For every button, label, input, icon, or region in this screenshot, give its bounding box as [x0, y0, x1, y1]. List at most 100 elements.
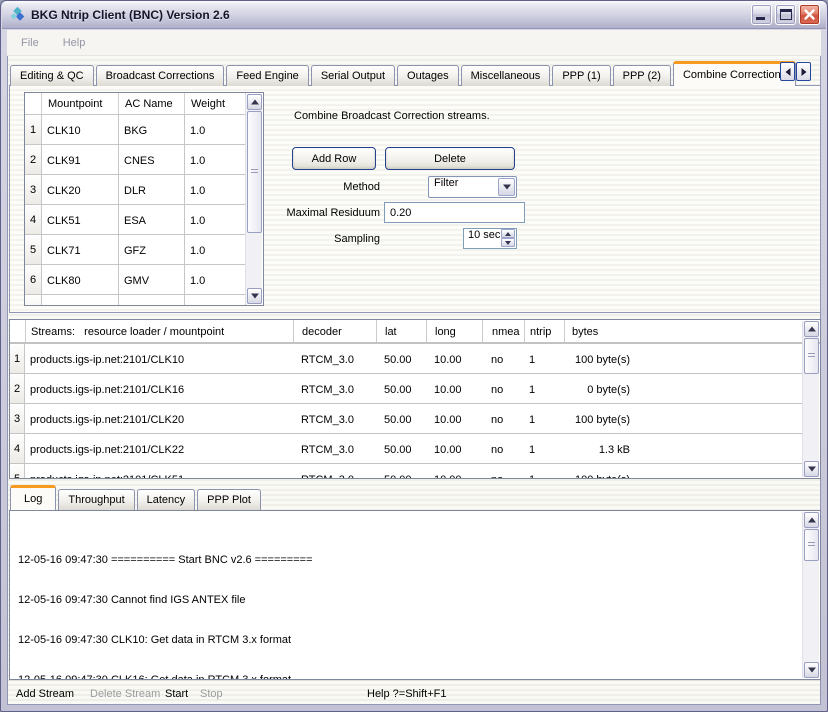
tab-latency[interactable]: Latency: [137, 489, 196, 510]
tab-serial-output[interactable]: Serial Output: [311, 65, 395, 86]
window-title: BKG Ntrip Client (BNC) Version 2.6: [31, 8, 748, 22]
combination-table-header: Mountpoint AC Name Weight: [25, 93, 263, 115]
log-line: 12-05-16 09:47:30 ========== Start BNC v…: [18, 554, 794, 567]
table-row: 6 CLK80 GMV 1.0: [25, 265, 263, 295]
tab-ppp-plot[interactable]: PPP Plot: [197, 489, 261, 510]
help-hint: Help ?=Shift+F1: [367, 688, 447, 700]
col-ac-name: AC Name: [119, 93, 185, 115]
scroll-up-icon: [251, 100, 259, 105]
delete-stream-action: Delete Stream: [90, 688, 160, 700]
tab-ppp-2[interactable]: PPP (2): [613, 65, 671, 86]
col-lat: lat: [376, 320, 426, 342]
close-button[interactable]: [799, 4, 820, 25]
tab-outages[interactable]: Outages: [397, 65, 459, 86]
scroll-up-button[interactable]: [804, 321, 819, 337]
spin-up-icon: [505, 232, 511, 236]
cell-mountpoint[interactable]: CLK91: [42, 145, 119, 175]
log-line: 12-05-16 09:47:30 Cannot find IGS ANTEX …: [18, 594, 794, 607]
spin-down-button[interactable]: [501, 238, 515, 247]
maximize-icon: [780, 9, 792, 20]
scroll-down-icon: [808, 668, 816, 673]
add-row-button[interactable]: Add Row: [292, 147, 376, 170]
cell-ac-name[interactable]: GMV: [119, 265, 185, 295]
tab-feed-engine[interactable]: Feed Engine: [226, 65, 308, 86]
scroll-up-button[interactable]: [247, 94, 262, 110]
spin-down-icon: [505, 241, 511, 245]
menu-file[interactable]: File: [21, 37, 39, 49]
tab-miscellaneous[interactable]: Miscellaneous: [461, 65, 551, 86]
maximize-button[interactable]: [775, 4, 796, 25]
cell-weight[interactable]: 1.0: [185, 145, 246, 175]
col-ntrip: ntrip: [524, 320, 564, 342]
table-row: 5 CLK71 GFZ 1.0: [25, 235, 263, 265]
cell-ac-name[interactable]: DLR: [119, 175, 185, 205]
minimize-button[interactable]: [751, 4, 772, 25]
stream-row[interactable]: 5 products.igs-ip.net:2101/CLK51 RTCM_3.…: [10, 464, 820, 479]
menu-help[interactable]: Help: [63, 37, 86, 49]
table-row: 2 CLK91 CNES 1.0: [25, 145, 263, 175]
streams-table-scrollbar: [802, 321, 819, 477]
stream-row[interactable]: 1 products.igs-ip.net:2101/CLK10 RTCM_3.…: [10, 344, 820, 374]
cell-weight[interactable]: 1.0: [185, 175, 246, 205]
tab-editing-qc[interactable]: Editing & QC: [10, 65, 94, 86]
stream-row[interactable]: 4 products.igs-ip.net:2101/CLK22 RTCM_3.…: [10, 434, 820, 464]
sampling-spinbox[interactable]: 10 sec: [463, 228, 517, 249]
delete-button[interactable]: Delete: [385, 147, 515, 170]
scroll-down-icon: [251, 294, 259, 299]
tab-scroll-left-button[interactable]: [780, 62, 795, 81]
stream-url: products.igs-ip.net:2101/CLK51: [25, 464, 293, 479]
cell-mountpoint[interactable]: CLK71: [42, 235, 119, 265]
add-stream-action[interactable]: Add Stream: [16, 688, 74, 700]
method-dropdown[interactable]: Filter: [428, 176, 517, 198]
dropdown-button[interactable]: [498, 178, 515, 196]
bottom-tab-bar: Log Throughput Latency PPP Plot: [10, 485, 263, 510]
scroll-down-button[interactable]: [804, 461, 819, 477]
cell-mountpoint[interactable]: CLK20: [42, 175, 119, 205]
cell-ac-name[interactable]: BKG: [119, 115, 185, 145]
tab-ppp-1[interactable]: PPP (1): [552, 65, 610, 86]
tab-throughput[interactable]: Throughput: [58, 489, 134, 510]
maximal-residuum-input[interactable]: 0.20: [384, 202, 525, 223]
combination-table: Mountpoint AC Name Weight 1 CLK10 BKG 1.…: [24, 92, 264, 306]
cell-ac-name[interactable]: ESA: [119, 205, 185, 235]
method-value: Filter: [429, 173, 458, 189]
close-icon: [800, 5, 819, 24]
tab-broadcast-corrections[interactable]: Broadcast Corrections: [96, 65, 225, 86]
scroll-down-button[interactable]: [247, 288, 262, 304]
scroll-thumb[interactable]: [804, 338, 819, 374]
scroll-thumb[interactable]: [247, 111, 262, 233]
cell-mountpoint[interactable]: CLK51: [42, 205, 119, 235]
scroll-thumb[interactable]: [804, 529, 819, 561]
col-decoder: decoder: [293, 320, 376, 342]
scroll-up-icon: [808, 518, 816, 523]
cell-weight[interactable]: 1.0: [185, 265, 246, 295]
table-row-partial: [25, 295, 263, 306]
stream-row[interactable]: 2 products.igs-ip.net:2101/CLK16 RTCM_3.…: [10, 374, 820, 404]
tab-scroll-right-button[interactable]: [796, 62, 811, 81]
stream-url: products.igs-ip.net:2101/CLK16: [25, 374, 293, 404]
sampling-label: Sampling: [262, 233, 380, 245]
tab-scroll-right-icon: [801, 68, 806, 76]
maximal-residuum-label: Maximal Residuum: [262, 207, 380, 219]
cell-ac-name[interactable]: GFZ: [119, 235, 185, 265]
tab-combine-corrections[interactable]: Combine Corrections: [673, 61, 796, 86]
stream-row[interactable]: 3 products.igs-ip.net:2101/CLK20 RTCM_3.…: [10, 404, 820, 434]
method-label: Method: [262, 181, 380, 193]
cell-weight[interactable]: 1.0: [185, 205, 246, 235]
scroll-up-button[interactable]: [804, 512, 819, 528]
tab-log[interactable]: Log: [10, 485, 56, 510]
log-text: 12-05-16 09:47:30 ========== Start BNC v…: [10, 511, 820, 680]
col-weight: Weight: [185, 93, 246, 115]
log-scrollbar: [802, 512, 819, 678]
combo-arrow-icon: [503, 185, 511, 190]
cell-weight[interactable]: 1.0: [185, 115, 246, 145]
cell-mountpoint[interactable]: CLK80: [42, 265, 119, 295]
col-bytes: bytes: [564, 320, 598, 342]
spin-up-button[interactable]: [501, 229, 515, 238]
col-nmea: nmea: [482, 320, 524, 342]
cell-mountpoint[interactable]: CLK10: [42, 115, 119, 145]
cell-weight[interactable]: 1.0: [185, 235, 246, 265]
cell-ac-name[interactable]: CNES: [119, 145, 185, 175]
scroll-down-button[interactable]: [804, 662, 819, 678]
start-action[interactable]: Start: [165, 688, 188, 700]
